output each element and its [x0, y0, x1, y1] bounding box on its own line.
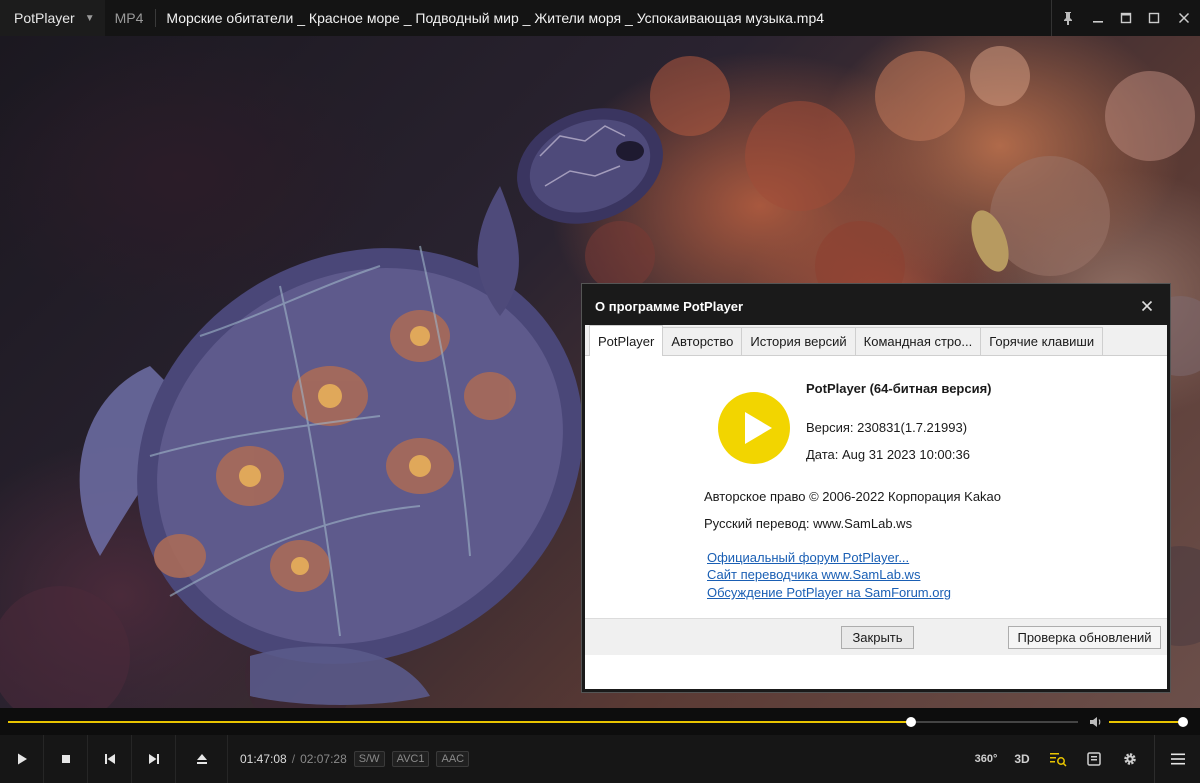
chevron-down-icon: ▼ [84, 12, 95, 24]
pin-button[interactable] [1052, 0, 1084, 36]
eject-icon [196, 754, 207, 764]
stop-button[interactable] [44, 735, 88, 783]
settings-button[interactable] [1112, 735, 1148, 783]
seek-progress [8, 721, 912, 723]
copyright-text: Авторское право © 2006-2022 Корпорация K… [704, 489, 1002, 504]
dialog-footer: Закрыть Проверка обновлений [585, 618, 1167, 655]
seek-handle[interactable] [906, 717, 917, 727]
title-bar: PotPlayer ▼ MP4 Морские обитатели _ Крас… [0, 0, 1200, 36]
audio-codec-tag[interactable]: AAC [436, 751, 470, 767]
play-icon [745, 412, 772, 444]
tab-command-line[interactable]: Командная стро... [855, 327, 982, 355]
dialog-title-bar: О программе PotPlayer [585, 287, 1167, 325]
right-controls: 360° 3D [968, 735, 1200, 783]
chapters-button[interactable] [1076, 735, 1112, 783]
window-controls [1051, 0, 1200, 36]
gear-icon [1124, 753, 1136, 765]
minimize-icon [1093, 21, 1103, 23]
forum-link[interactable]: Официальный форум PotPlayer... [707, 550, 909, 565]
total-time: 02:07:28 [300, 752, 347, 766]
format-label: MP4 [105, 9, 157, 27]
close-dialog-button[interactable]: Закрыть [841, 626, 914, 649]
hamburger-menu-icon [1170, 753, 1185, 765]
minimize-button[interactable] [1084, 0, 1112, 36]
app-menu-button[interactable]: PotPlayer ▼ [0, 0, 105, 36]
tab-hotkeys[interactable]: Горячие клавиши [981, 327, 1104, 355]
previous-button[interactable] [88, 735, 132, 783]
stop-icon [61, 755, 70, 763]
tab-potplayer[interactable]: PotPlayer [589, 325, 664, 356]
dialog-title: О программе PotPlayer [595, 298, 744, 314]
tab-version-history[interactable]: История версий [742, 327, 856, 355]
close-button[interactable] [1168, 0, 1200, 36]
window-title: Морские обитатели _ Красное море _ Подво… [166, 10, 825, 26]
seek-bar[interactable] [8, 717, 1078, 727]
vr-360-label: 360° [974, 753, 998, 765]
maximize-icon [1120, 12, 1132, 24]
time-separator: / [291, 752, 296, 766]
build-date: Дата: Aug 31 2023 10:00:36 [806, 447, 970, 462]
close-icon [1141, 300, 1153, 312]
playlist-search-button[interactable] [1040, 735, 1076, 783]
translation-credit: Русский перевод: www.SamLab.ws [704, 516, 913, 531]
next-button[interactable] [132, 735, 176, 783]
seek-bar-area [0, 708, 1200, 735]
play-button[interactable] [0, 735, 44, 783]
dialog-close-button[interactable] [1137, 296, 1157, 316]
dialog-body: PotPlayer (64-битная версия) Версия: 230… [585, 356, 1167, 655]
list-panel-icon [1087, 752, 1101, 766]
3d-label: 3D [1014, 752, 1030, 766]
samforum-link[interactable]: Обсуждение PotPlayer на SamForum.org [707, 585, 951, 600]
current-time: 01:47:08 [240, 752, 287, 766]
control-bar: 01:47:08 / 02:07:28 S/W AVC1 AAC 360° 3D [0, 735, 1200, 783]
dialog-tabs: PotPlayer Авторство История версий Коман… [585, 325, 1167, 356]
main-menu-button[interactable] [1154, 735, 1200, 783]
skip-previous-icon [104, 754, 115, 764]
pin-icon [1064, 12, 1072, 25]
skip-next-icon [148, 754, 159, 764]
check-updates-button[interactable]: Проверка обновлений [1008, 626, 1161, 649]
translator-site-link[interactable]: Сайт переводчика www.SamLab.ws [707, 567, 920, 582]
close-icon [1178, 12, 1190, 24]
volume-handle[interactable] [1178, 717, 1188, 727]
version-text: Версия: 230831(1.7.21993) [806, 420, 968, 435]
tab-authorship[interactable]: Авторство [663, 327, 743, 355]
potplayer-logo [718, 392, 790, 464]
play-icon [17, 753, 27, 765]
fullscreen-button[interactable] [1140, 0, 1168, 36]
3d-button[interactable]: 3D [1004, 735, 1040, 783]
decoder-tag[interactable]: S/W [353, 751, 385, 767]
volume-icon[interactable] [1089, 715, 1103, 729]
about-dialog: О программе PotPlayer PotPlayer Авторств… [582, 284, 1170, 692]
fullscreen-icon [1148, 12, 1160, 24]
product-name: PotPlayer (64-битная версия) [806, 381, 992, 396]
volume-slider[interactable] [1109, 717, 1188, 727]
playlist-search-icon [1050, 753, 1067, 767]
open-file-button[interactable] [176, 735, 228, 783]
maximize-button[interactable] [1112, 0, 1140, 36]
app-name: PotPlayer [14, 10, 75, 26]
vr-360-button[interactable]: 360° [968, 735, 1004, 783]
volume-level [1109, 721, 1183, 723]
video-codec-tag[interactable]: AVC1 [391, 751, 430, 767]
